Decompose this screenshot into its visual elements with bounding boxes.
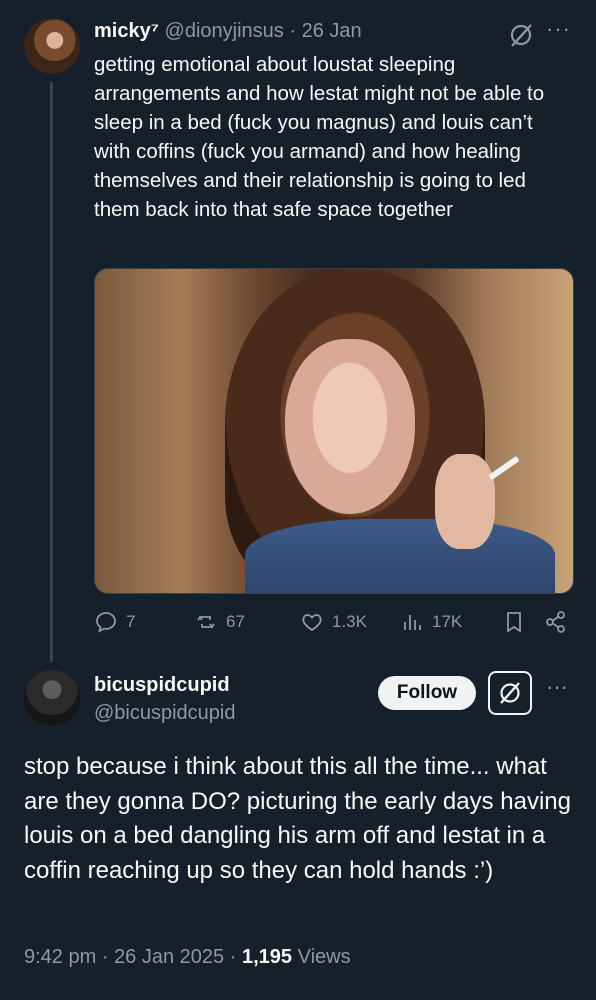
tweet2-text: stop because i think about this all the … (24, 753, 571, 884)
follow-button[interactable]: Follow (378, 676, 476, 710)
tweet1-handle[interactable]: @dionyjinsus (165, 20, 284, 42)
repost-icon (197, 615, 215, 629)
tweet1-text: getting emotional about loustat sleeping… (94, 53, 545, 221)
meta-separator: · (229, 946, 237, 968)
avatar-bicuspidcupid[interactable] (24, 670, 80, 726)
tweet1-header: micky⁷ @dionyjinsus · 26 Jan (94, 20, 362, 43)
more-icon[interactable]: ··· (546, 18, 576, 44)
meta-separator: · (101, 946, 109, 968)
share-button[interactable] (544, 610, 568, 634)
views-button[interactable]: 17K (400, 610, 462, 634)
bookmark-button[interactable] (502, 610, 526, 634)
tweet2-handle[interactable]: @bicuspidcupid (94, 702, 236, 725)
reply-count: 7 (126, 612, 136, 631)
tweet1-separator: · (289, 20, 297, 42)
tweet2-meta: 9:42 pm · 26 Jan 2025 · 1,195 Views (24, 946, 351, 969)
tweet1-display-name[interactable]: micky⁷ (94, 20, 159, 42)
like-count: 1.3K (332, 612, 367, 631)
tweet1-media-image[interactable] (94, 268, 574, 594)
reply-button[interactable]: 7 (94, 610, 135, 634)
tweet2-views-label: Views (297, 946, 351, 968)
avatar-micky[interactable] (24, 18, 80, 74)
tweet2-time[interactable]: 9:42 pm (24, 946, 96, 968)
views-count: 17K (432, 612, 463, 631)
like-icon (302, 614, 322, 632)
tweet2-views-count[interactable]: 1,195 (242, 946, 292, 968)
share-icon (546, 611, 565, 633)
tweet2-display-name[interactable]: bicuspidcupid (94, 674, 230, 697)
thread-connector-line (50, 82, 53, 662)
reply-icon (96, 612, 116, 633)
bookmark-icon (507, 612, 521, 633)
views-icon (404, 615, 421, 630)
tweet2-date[interactable]: 26 Jan 2025 (114, 946, 224, 968)
like-button[interactable]: 1.3K (300, 610, 367, 634)
tweet1-date[interactable]: 26 Jan (302, 20, 362, 42)
grok-icon[interactable] (508, 22, 534, 48)
tweet1-action-bar: 7 67 1.3K 17K (94, 610, 574, 640)
repost-button[interactable]: 67 (194, 610, 245, 634)
more-icon[interactable]: ··· (546, 676, 576, 702)
grok-icon[interactable] (488, 671, 532, 715)
repost-count: 67 (226, 612, 245, 631)
